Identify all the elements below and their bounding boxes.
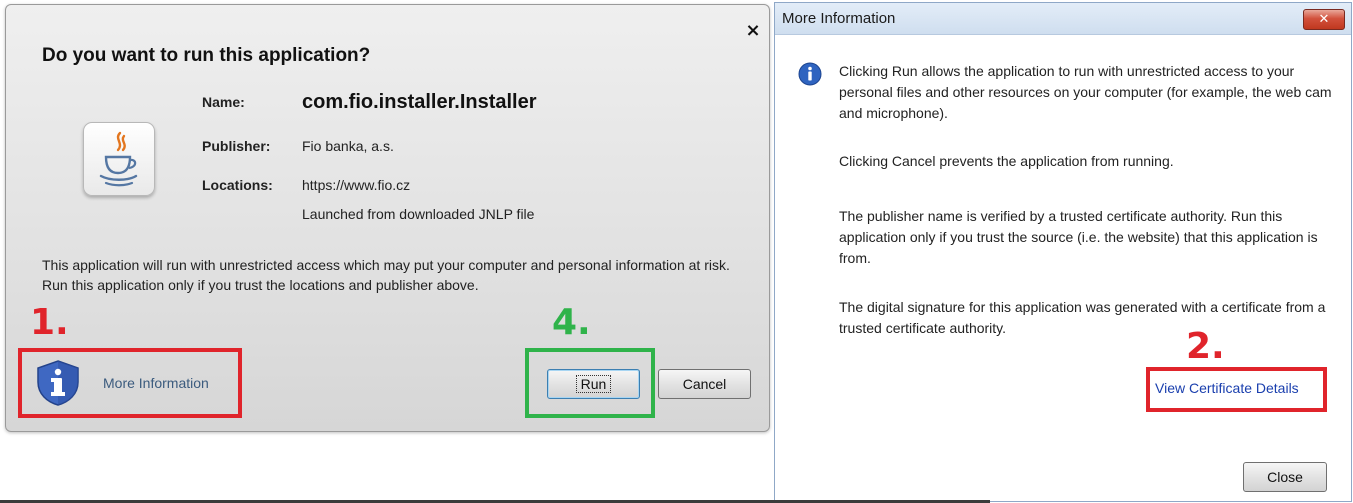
name-label: Name: xyxy=(202,94,245,110)
dialog-close-button[interactable]: × xyxy=(743,21,763,41)
application-name: com.fio.installer.Installer xyxy=(302,91,537,113)
info-paragraph: Clicking Run allows the application to r… xyxy=(839,63,1332,121)
security-warning-text: This application will run with unrestric… xyxy=(42,257,730,293)
more-information-link[interactable]: More Information xyxy=(103,375,209,391)
publisher-value: Fio banka, a.s. xyxy=(302,138,394,154)
java-cup-icon xyxy=(83,122,155,196)
info-paragraph: The digital signature for this applicati… xyxy=(839,299,1326,336)
info-icon xyxy=(798,62,822,86)
run-button[interactable]: Run xyxy=(547,369,640,399)
step-2-annotation: 2. xyxy=(1186,326,1225,367)
locations-value: https://www.fio.cz xyxy=(302,177,411,193)
step-4-annotation: 4. xyxy=(552,302,591,343)
info-paragraph: Clicking Cancel prevents the application… xyxy=(839,153,1174,169)
publisher-label: Publisher: xyxy=(202,138,271,154)
run-application-dialog: × Do you want to run this application? N… xyxy=(5,4,770,432)
window-close-button[interactable]: ✕ xyxy=(1303,9,1345,30)
more-information-window: More Information ✕ Clicking Run allows t… xyxy=(774,2,1352,502)
info-paragraph: The publisher name is verified by a trus… xyxy=(839,208,1318,266)
locations-label: Locations: xyxy=(202,177,273,193)
launched-from-text: Launched from downloaded JNLP file xyxy=(302,206,535,222)
close-button[interactable]: Close xyxy=(1243,462,1327,492)
step-1-annotation: 1. xyxy=(30,302,69,343)
cancel-button[interactable]: Cancel xyxy=(658,369,751,399)
window-title: More Information xyxy=(782,10,896,27)
run-button-label: Run xyxy=(575,375,612,393)
shield-info-icon[interactable] xyxy=(35,359,81,407)
view-certificate-details-link[interactable]: View Certificate Details xyxy=(1155,380,1299,396)
window-titlebar: More Information ✕ xyxy=(775,3,1351,35)
dialog-title: Do you want to run this application? xyxy=(42,45,371,66)
